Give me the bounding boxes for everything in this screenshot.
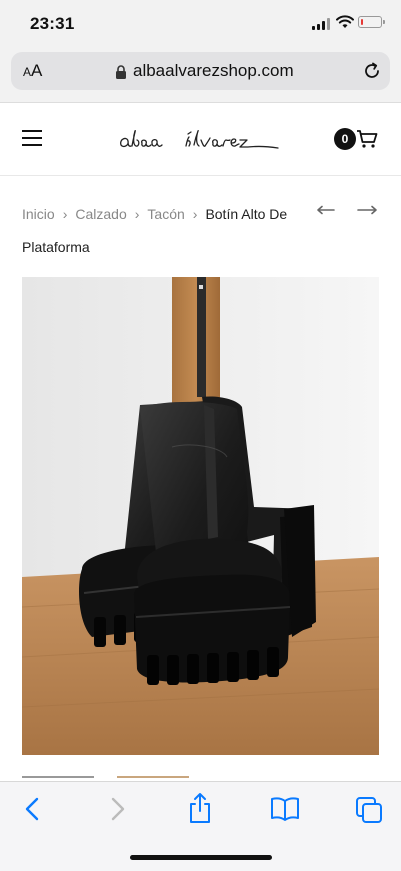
status-bar: 23:31 — [0, 0, 401, 46]
status-time: 23:31 — [30, 14, 75, 33]
breadcrumb-current-continued: Plataforma — [22, 239, 90, 255]
bookmarks-icon[interactable] — [270, 796, 300, 822]
browser-address-area: AA albaalvarezshop.com — [0, 46, 401, 103]
product-image[interactable] — [22, 277, 379, 755]
forward-arrow-icon[interactable] — [106, 796, 128, 822]
breadcrumb: Inicio › Calzado › Tacón › Botín Alto De Plata… — [22, 198, 322, 264]
previous-product-arrow-icon[interactable] — [317, 205, 335, 215]
breadcrumb-item-calzado[interactable]: Calzado — [75, 206, 126, 222]
address-bar[interactable]: AA albaalvarezshop.com — [11, 52, 390, 90]
next-product-arrow-icon[interactable] — [357, 205, 377, 215]
menu-icon[interactable] — [22, 130, 42, 151]
cart-count-badge[interactable]: 0 — [334, 128, 356, 150]
breadcrumb-separator: › — [134, 206, 140, 222]
product-nav — [317, 205, 377, 215]
breadcrumb-item-tacon[interactable]: Tacón — [147, 206, 184, 222]
back-arrow-icon[interactable] — [22, 796, 44, 822]
cart-icon[interactable] — [356, 129, 378, 149]
lock-icon — [116, 65, 126, 79]
battery-level — [360, 18, 364, 25]
reload-icon[interactable] — [362, 61, 382, 81]
share-icon[interactable] — [187, 792, 213, 824]
tabs-icon[interactable] — [355, 796, 383, 824]
text-size-button[interactable]: AA — [23, 61, 42, 81]
site-logo[interactable]: alba álvarez — [118, 123, 284, 159]
breadcrumb-item-inicio[interactable]: Inicio — [22, 206, 55, 222]
home-indicator — [130, 855, 272, 860]
cellular-signal-icon — [312, 18, 330, 30]
wifi-icon — [336, 15, 354, 28]
url-text: albaalvarezshop.com — [133, 61, 294, 80]
product-photo-boots — [22, 277, 379, 755]
breadcrumb-separator: › — [62, 206, 68, 222]
site-header: alba álvarez 0 — [0, 103, 401, 176]
battery-icon — [358, 16, 385, 28]
breadcrumb-current: Botín Alto De — [205, 206, 288, 222]
breadcrumb-separator: › — [192, 206, 198, 222]
